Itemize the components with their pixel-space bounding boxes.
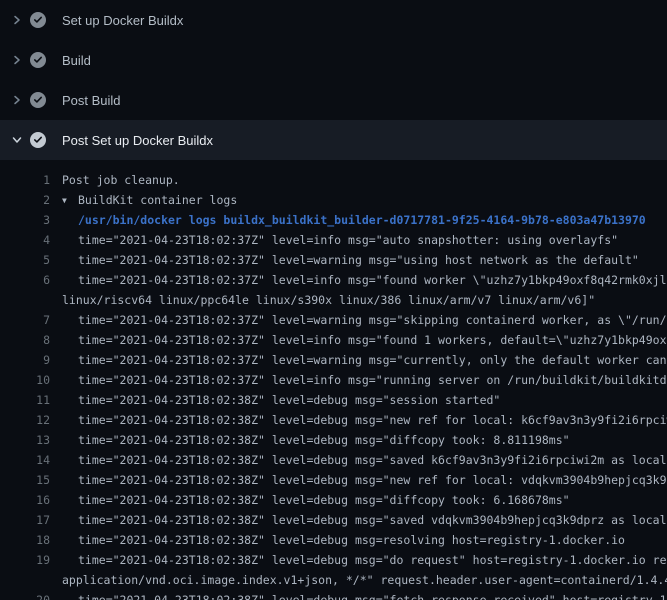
- log-line-number[interactable]: 3: [0, 210, 50, 230]
- log-line-number: [0, 290, 50, 310]
- log-line-text: time="2021-04-23T18:02:37Z" level=info m…: [62, 370, 667, 390]
- log-line-number[interactable]: 1: [0, 170, 50, 190]
- check-circle-icon: [30, 132, 46, 148]
- log-line-number[interactable]: 2: [0, 190, 50, 210]
- log-line-text: time="2021-04-23T18:02:38Z" level=debug …: [62, 530, 667, 550]
- log-line: 14 time="2021-04-23T18:02:38Z" level=deb…: [0, 450, 667, 470]
- log-line: 19 time="2021-04-23T18:02:38Z" level=deb…: [0, 550, 667, 570]
- log-line: 9 time="2021-04-23T18:02:37Z" level=warn…: [0, 350, 667, 370]
- log-line-text: time="2021-04-23T18:02:38Z" level=debug …: [62, 550, 667, 570]
- log-line: 13 time="2021-04-23T18:02:38Z" level=deb…: [0, 430, 667, 450]
- step-header-set-up-docker-buildx[interactable]: Set up Docker Buildx: [0, 0, 667, 40]
- log-line-text: /usr/bin/docker logs buildx_buildkit_bui…: [62, 210, 667, 230]
- log-line: 15 time="2021-04-23T18:02:38Z" level=deb…: [0, 470, 667, 490]
- log-line-text: time="2021-04-23T18:02:37Z" level=warnin…: [62, 250, 667, 270]
- log-line-number[interactable]: 6: [0, 270, 50, 290]
- log-line: 17 time="2021-04-23T18:02:38Z" level=deb…: [0, 510, 667, 530]
- chevron-down-icon: [12, 134, 22, 146]
- log-line: 11 time="2021-04-23T18:02:38Z" level=deb…: [0, 390, 667, 410]
- step-label: Build: [62, 53, 91, 68]
- log-line-number[interactable]: 14: [0, 450, 50, 470]
- log-line: 16 time="2021-04-23T18:02:38Z" level=deb…: [0, 490, 667, 510]
- step-label: Set up Docker Buildx: [62, 13, 183, 28]
- log-line-text: time="2021-04-23T18:02:38Z" level=debug …: [62, 470, 667, 490]
- log-line: 2 BuildKit container logs: [0, 190, 667, 210]
- log-line-text: time="2021-04-23T18:02:38Z" level=debug …: [62, 390, 667, 410]
- step-label: Post Set up Docker Buildx: [62, 133, 213, 148]
- log-line: 6 time="2021-04-23T18:02:37Z" level=info…: [0, 270, 667, 290]
- group-collapse-triangle-icon[interactable]: [62, 190, 78, 210]
- log-line-text: BuildKit container logs: [62, 190, 667, 210]
- log-line: 7 time="2021-04-23T18:02:37Z" level=warn…: [0, 310, 667, 330]
- actions-log-viewer: Set up Docker Buildx Build P: [0, 0, 667, 600]
- group-title[interactable]: BuildKit container logs: [78, 193, 237, 207]
- log-line: 1 Post job cleanup.: [0, 170, 667, 190]
- check-circle-icon: [30, 52, 46, 68]
- chevron-right-icon: [12, 94, 22, 106]
- log-line-text: linux/riscv64 linux/ppc64le linux/s390x …: [62, 290, 667, 310]
- log-line: 5 time="2021-04-23T18:02:37Z" level=warn…: [0, 250, 667, 270]
- log-line-text: time="2021-04-23T18:02:38Z" level=debug …: [62, 410, 667, 430]
- log-line-text: time="2021-04-23T18:02:37Z" level=warnin…: [62, 310, 667, 330]
- log-line: 8 time="2021-04-23T18:02:37Z" level=info…: [0, 330, 667, 350]
- log-line-number[interactable]: 7: [0, 310, 50, 330]
- log-line-text: time="2021-04-23T18:02:37Z" level=info m…: [62, 270, 667, 290]
- log-line-number[interactable]: 18: [0, 530, 50, 550]
- log-line-text: time="2021-04-23T18:02:38Z" level=debug …: [62, 590, 667, 600]
- log-line: 10 time="2021-04-23T18:02:37Z" level=inf…: [0, 370, 667, 390]
- log-line-text: Post job cleanup.: [62, 170, 667, 190]
- log-line-number[interactable]: 4: [0, 230, 50, 250]
- log-line-number[interactable]: 20: [0, 590, 50, 600]
- check-circle-icon: [30, 92, 46, 108]
- log-line-text: time="2021-04-23T18:02:37Z" level=info m…: [62, 330, 667, 350]
- log-line: 3 /usr/bin/docker logs buildx_buildkit_b…: [0, 210, 667, 230]
- log-line-number[interactable]: 16: [0, 490, 50, 510]
- log-line-text: time="2021-04-23T18:02:38Z" level=debug …: [62, 510, 667, 530]
- log-line-text: time="2021-04-23T18:02:38Z" level=debug …: [62, 450, 667, 470]
- log-line-text: time="2021-04-23T18:02:38Z" level=debug …: [62, 490, 667, 510]
- log-line-number[interactable]: 13: [0, 430, 50, 450]
- log-line-number: [0, 570, 50, 590]
- log-line: 18 time="2021-04-23T18:02:38Z" level=deb…: [0, 530, 667, 550]
- log-line-number[interactable]: 8: [0, 330, 50, 350]
- log-line: linux/riscv64 linux/ppc64le linux/s390x …: [0, 290, 667, 310]
- step-header-post-build[interactable]: Post Build: [0, 80, 667, 120]
- log-line-text: application/vnd.oci.image.index.v1+json,…: [62, 570, 667, 590]
- log-line-text: time="2021-04-23T18:02:37Z" level=warnin…: [62, 350, 667, 370]
- log-area: 1 Post job cleanup. 2 BuildKit container…: [0, 160, 667, 600]
- step-label: Post Build: [62, 93, 121, 108]
- check-circle-icon: [30, 12, 46, 28]
- step-header-build[interactable]: Build: [0, 40, 667, 80]
- log-line-text: time="2021-04-23T18:02:38Z" level=debug …: [62, 430, 667, 450]
- log-line-number[interactable]: 5: [0, 250, 50, 270]
- log-line: 20 time="2021-04-23T18:02:38Z" level=deb…: [0, 590, 667, 600]
- log-line-number[interactable]: 17: [0, 510, 50, 530]
- log-line-number[interactable]: 19: [0, 550, 50, 570]
- log-line-number[interactable]: 11: [0, 390, 50, 410]
- log-line-number[interactable]: 10: [0, 370, 50, 390]
- chevron-right-icon: [12, 14, 22, 26]
- log-line-number[interactable]: 12: [0, 410, 50, 430]
- log-line-number[interactable]: 9: [0, 350, 50, 370]
- log-line: application/vnd.oci.image.index.v1+json,…: [0, 570, 667, 590]
- log-line: 4 time="2021-04-23T18:02:37Z" level=info…: [0, 230, 667, 250]
- steps-list: Set up Docker Buildx Build P: [0, 0, 667, 160]
- step-header-post-set-up-docker-buildx[interactable]: Post Set up Docker Buildx: [0, 120, 667, 160]
- log-line-number[interactable]: 15: [0, 470, 50, 490]
- chevron-right-icon: [12, 54, 22, 66]
- log-line: 12 time="2021-04-23T18:02:38Z" level=deb…: [0, 410, 667, 430]
- log-line-text: time="2021-04-23T18:02:37Z" level=info m…: [62, 230, 667, 250]
